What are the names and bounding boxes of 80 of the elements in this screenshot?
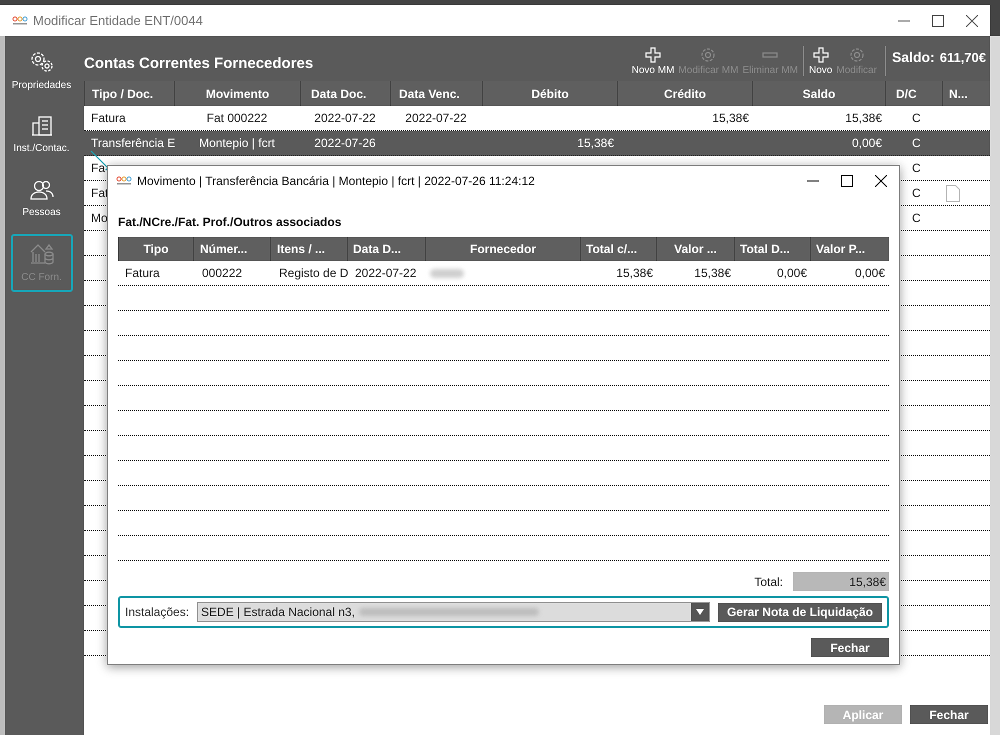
column-header[interactable]: Valor ...	[657, 240, 734, 258]
column-header[interactable]: Tipo	[119, 240, 193, 258]
maximize-icon[interactable]	[841, 174, 853, 186]
sidebar-item[interactable]: Propriedades	[10, 42, 72, 100]
table-cell-text: 000222	[202, 265, 242, 282]
column-header[interactable]: Crédito	[618, 84, 752, 102]
table-cell-text: Fa	[91, 160, 106, 177]
app-logo-icon	[116, 176, 132, 186]
total-value: 15,38€	[793, 572, 889, 591]
panel-title: Contas Correntes Fornecedores	[84, 54, 314, 74]
balance-label: Saldo:	[892, 48, 935, 67]
table-cell-text: Mo	[91, 210, 108, 227]
table-cell-text: 15,38€	[577, 135, 614, 152]
table-cell-text: 2022-07-22	[355, 265, 416, 282]
app-logo-icon	[12, 16, 28, 26]
column-header[interactable]: Movimento	[175, 84, 300, 102]
table-cell-text: C	[912, 160, 921, 177]
column-header[interactable]: Tipo / Doc.	[85, 84, 174, 102]
section-title: Fat./NCre./Fat. Prof./Outros associados	[118, 214, 342, 231]
installations-dropdown[interactable]: SEDE | Estrada Nacional n3,	[197, 602, 710, 622]
table-cell-text: Fatura	[125, 265, 160, 282]
table-cell-text: Montepio | fcrt	[199, 135, 275, 152]
column-header[interactable]: Total D...	[735, 240, 810, 258]
plus-icon	[645, 47, 662, 63]
redacted-text	[430, 268, 464, 278]
table-cell-text: 0,00€	[852, 135, 882, 152]
close-icon[interactable]	[966, 14, 978, 26]
column-header[interactable]: Itens / ...	[271, 240, 347, 258]
table-cell-text: Fat	[91, 185, 108, 202]
sidebar-item[interactable]: Inst./Contac.	[10, 106, 72, 164]
gears-icon	[28, 50, 54, 74]
table-cell-text: 15,38€	[845, 110, 882, 127]
table-row[interactable]: Transferência E Montepio | fcrt 2022-07-26 15,38€ 0,00€ C	[84, 131, 990, 156]
maximize-icon[interactable]	[932, 14, 944, 26]
table-cell-text: Registo de D	[279, 265, 348, 282]
caret-icon	[696, 609, 704, 615]
dialog-title: Movimento | Transferência Bancária | Montepio | fcrt | 2022-07-26 11:24:12	[137, 172, 535, 190]
footer-button[interactable]: Fechar	[910, 705, 988, 724]
column-header[interactable]: D/C	[886, 84, 942, 102]
column-header[interactable]: N...	[943, 84, 975, 102]
column-header[interactable]: Débito	[483, 84, 617, 102]
column-header[interactable]: Valor P...	[811, 240, 888, 258]
building-icon	[30, 114, 54, 136]
table-cell-text: Transferência E	[91, 135, 176, 152]
column-header[interactable]: Saldo	[753, 84, 885, 102]
table-cell-text: Fat 000222	[206, 110, 268, 127]
table-cell-text: C	[912, 110, 921, 127]
column-header[interactable]: Data D...	[348, 240, 425, 258]
close-icon[interactable]	[875, 174, 887, 186]
table-cell-text: 2022-07-26	[314, 135, 376, 152]
table-cell-text: C	[912, 185, 921, 202]
window-title: Modificar Entidade ENT/0044	[33, 12, 203, 30]
sidebar-item[interactable]: Pessoas	[10, 170, 72, 228]
plus-icon	[812, 47, 829, 63]
close-button[interactable]: Fechar	[811, 638, 889, 657]
table-cell-text: 0,00€	[854, 265, 885, 282]
installations-label: Instalações:	[125, 604, 190, 621]
table-cell-text: Fatura	[91, 110, 126, 127]
table-cell-text: 15,38€	[616, 265, 653, 282]
column-header[interactable]: Númer...	[194, 240, 270, 258]
gear-icon	[848, 47, 865, 63]
table-cell-text: 15,38€	[694, 265, 731, 282]
table-cell-text: C	[912, 210, 921, 227]
balance-value: 611,70€	[940, 48, 986, 67]
table-cell-text: 2022-07-22	[405, 110, 467, 127]
table-cell-text: 0,00€	[776, 265, 807, 282]
table-cell-text: 2022-07-22	[314, 110, 376, 127]
total-label: Total:	[754, 574, 783, 590]
column-header[interactable]: Data Doc.	[301, 84, 390, 102]
column-header[interactable]: Total c/...	[581, 240, 656, 258]
table-cell-text: 15,38€	[712, 110, 749, 127]
bank-coins-icon	[28, 242, 54, 266]
gear-icon	[700, 47, 716, 63]
column-header[interactable]: Fornecedor	[426, 240, 580, 258]
column-header[interactable]: Data Venc.	[391, 84, 482, 102]
generate-note-button[interactable]: Gerar Nota de Liquidação	[718, 602, 882, 622]
table-cell-text: C	[912, 135, 921, 152]
toolbar-button[interactable]: Novo MM	[630, 47, 676, 77]
toolbar-button[interactable]: Novo	[807, 47, 834, 77]
people-icon	[28, 178, 54, 200]
